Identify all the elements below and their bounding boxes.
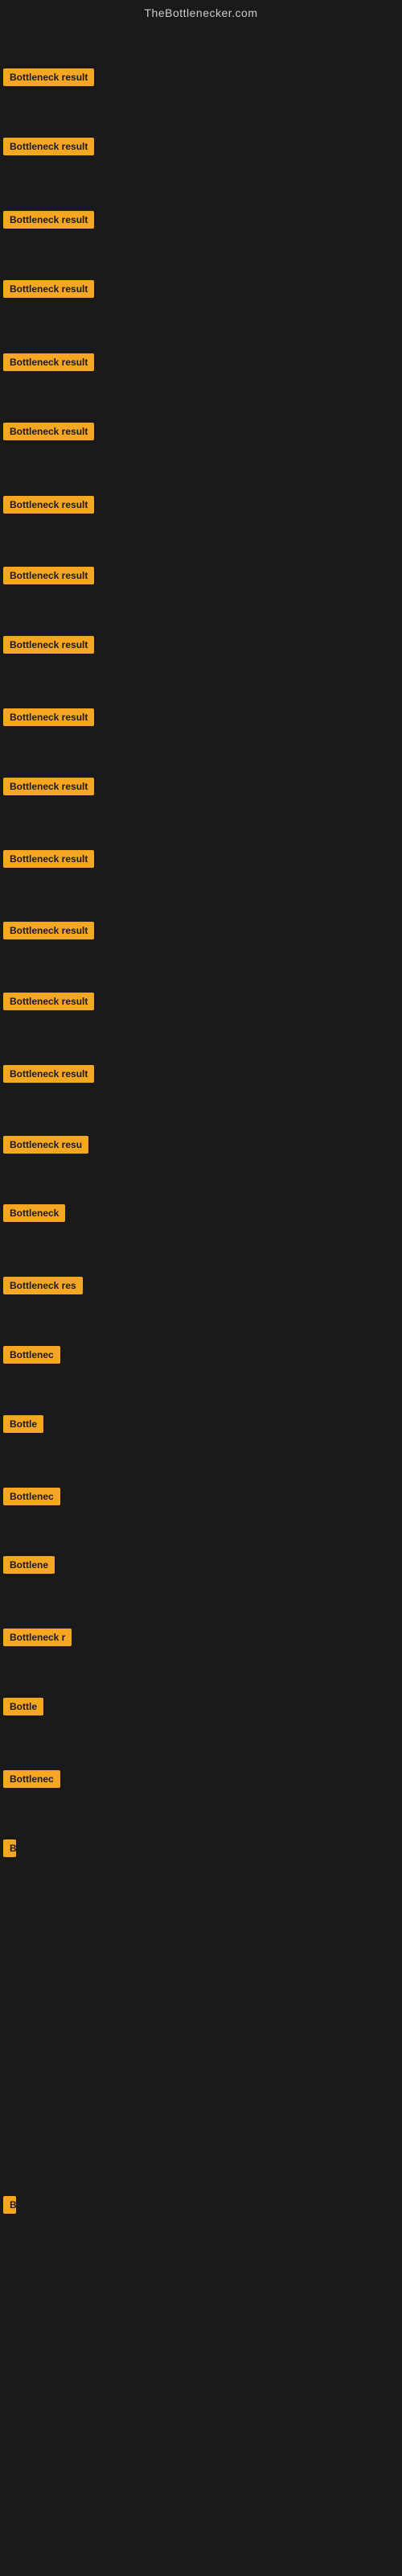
items-container: Bottleneck result Bottleneck result Bottle…	[0, 23, 402, 2574]
bottleneck-badge: Bottleneck result	[3, 1065, 94, 1083]
bottleneck-item[interactable]: Bottlenec	[3, 1770, 60, 1792]
bottleneck-item[interactable]: B	[3, 1839, 16, 1861]
bottleneck-item[interactable]: Bottleneck result	[3, 280, 94, 302]
bottleneck-badge: Bottleneck resu	[3, 1136, 88, 1154]
bottleneck-item[interactable]: Bottleneck result	[3, 850, 94, 872]
bottleneck-badge: Bottleneck result	[3, 778, 94, 795]
bottleneck-badge: Bottleneck result	[3, 138, 94, 155]
bottleneck-badge: Bottleneck result	[3, 567, 94, 584]
bottleneck-badge: Bottlenec	[3, 1488, 60, 1505]
bottleneck-item[interactable]: Bottleneck res	[3, 1277, 83, 1298]
bottleneck-badge: Bottleneck result	[3, 993, 94, 1010]
bottleneck-badge: Bottlenec	[3, 1346, 60, 1364]
bottleneck-badge: Bottleneck	[3, 1204, 65, 1222]
site-title: TheBottlenecker.com	[144, 6, 257, 19]
bottleneck-badge: Bottle	[3, 1415, 43, 1433]
bottleneck-badge: Bottleneck result	[3, 280, 94, 298]
bottleneck-badge: Bottleneck res	[3, 1277, 83, 1294]
bottleneck-item[interactable]: Bottleneck result	[3, 708, 94, 730]
bottleneck-badge: Bottleneck result	[3, 850, 94, 868]
bottleneck-item[interactable]: Bottleneck result	[3, 353, 94, 375]
bottleneck-badge: Bottlenec	[3, 1770, 60, 1788]
bottleneck-badge: Bottleneck result	[3, 708, 94, 726]
bottleneck-badge: Bottleneck result	[3, 636, 94, 654]
bottleneck-item[interactable]: Bottleneck result	[3, 423, 94, 444]
bottleneck-item[interactable]: Bottleneck resu	[3, 1136, 88, 1158]
bottleneck-item[interactable]: Bottleneck result	[3, 567, 94, 588]
bottleneck-item[interactable]: Bottleneck result	[3, 68, 94, 90]
bottleneck-item[interactable]: Bottleneck r	[3, 1629, 72, 1650]
bottleneck-item[interactable]: Bottleneck result	[3, 211, 94, 233]
bottleneck-badge: Bottlene	[3, 1556, 55, 1574]
bottleneck-item[interactable]: Bottleneck result	[3, 138, 94, 159]
bottleneck-badge: Bottleneck result	[3, 68, 94, 86]
bottleneck-item[interactable]: Bottleneck result	[3, 496, 94, 518]
bottleneck-item[interactable]: Bottlene	[3, 1556, 55, 1578]
bottleneck-item[interactable]: Bottle	[3, 1698, 43, 1719]
bottleneck-badge: Bottleneck result	[3, 496, 94, 514]
bottleneck-badge: B	[3, 1839, 16, 1857]
bottleneck-item[interactable]: Bottleneck result	[3, 922, 94, 943]
bottleneck-item[interactable]: Bottleneck result	[3, 993, 94, 1014]
bottleneck-item[interactable]: Bottlenec	[3, 1488, 60, 1509]
bottleneck-badge: Bottleneck result	[3, 423, 94, 440]
bottleneck-item[interactable]: Bottleneck result	[3, 1065, 94, 1087]
bottleneck-badge: Bottleneck result	[3, 922, 94, 939]
bottleneck-item[interactable]: Bottlenec	[3, 1346, 60, 1368]
bottleneck-badge: Bottleneck result	[3, 211, 94, 229]
bottleneck-item[interactable]: Bottle	[3, 1415, 43, 1437]
bottleneck-badge: Bottle	[3, 1698, 43, 1715]
bottleneck-item[interactable]: Bottleneck result	[3, 636, 94, 658]
bottleneck-item[interactable]: Bottleneck result	[3, 778, 94, 799]
bottleneck-badge: Bottleneck r	[3, 1629, 72, 1646]
bottleneck-badge: Bottleneck result	[3, 353, 94, 371]
bottleneck-item[interactable]: B	[3, 2196, 16, 2218]
bottleneck-badge: B	[3, 2196, 16, 2214]
bottleneck-item[interactable]: Bottleneck	[3, 1204, 65, 1226]
site-header: TheBottlenecker.com	[0, 0, 402, 23]
